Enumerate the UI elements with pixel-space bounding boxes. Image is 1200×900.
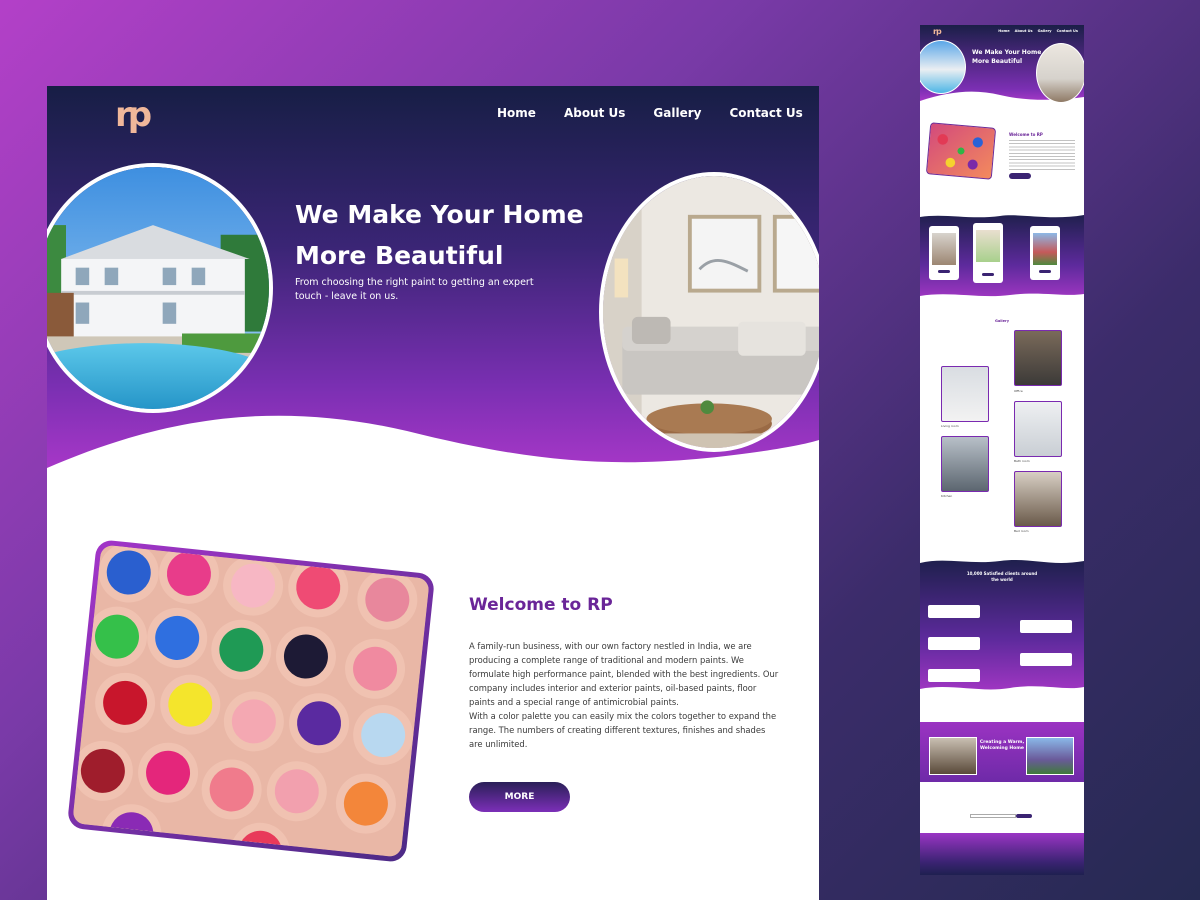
preview-review-3 — [928, 637, 980, 650]
preview-review-5 — [928, 669, 980, 682]
welcome-title: Welcome to RP — [469, 595, 613, 615]
preview-card-interior — [973, 223, 1003, 283]
nav-about-us[interactable]: About Us — [564, 106, 625, 120]
preview-gallery-bed-room — [1014, 471, 1062, 527]
hero-title: We Make Your Home More Beautiful — [295, 194, 625, 276]
brand-logo[interactable]: rp — [115, 95, 152, 135]
desktop-mockup: rp Home About Us Gallery Contact Us We M… — [47, 86, 819, 900]
preview-footer — [920, 833, 1084, 875]
living-room-photo — [599, 172, 819, 452]
nav-contact-us[interactable]: Contact Us — [729, 106, 802, 120]
preview-nav-about: About Us — [1014, 29, 1033, 33]
preview-card-exterior-2 — [1030, 226, 1060, 280]
preview-review-4 — [1020, 653, 1072, 666]
preview-newsletter-input — [970, 814, 1016, 818]
preview-caption-living-room: Living room — [941, 424, 959, 428]
preview-gallery-office — [1014, 330, 1062, 386]
preview-nav-gallery: Gallery — [1037, 29, 1052, 33]
hero-title-line2: More Beautiful — [295, 241, 504, 270]
hero-title-line1: We Make Your Home — [295, 200, 584, 229]
preview-hero-title: We Make Your Home More Beautiful — [972, 49, 1042, 65]
full-page-preview: rp Home About Us Gallery Contact Us We M… — [920, 25, 1084, 875]
preview-welcome-title: Welcome to RP — [1009, 132, 1043, 137]
welcome-text: A family-run business, with our own fact… — [469, 639, 779, 751]
preview-card-exterior — [929, 226, 959, 280]
nav-home[interactable]: Home — [497, 106, 536, 120]
preview-services-band — [920, 211, 1084, 301]
preview-testimonials-title: 10,000 Satisfied clients around the worl… — [966, 571, 1038, 582]
hero-section: rp Home About Us Gallery Contact Us We M… — [47, 86, 819, 486]
preview-caption-office: Office — [1014, 389, 1023, 393]
preview-nav-home: Home — [998, 29, 1010, 33]
preview-gallery-living-room — [941, 366, 989, 422]
preview-house-photo — [920, 40, 966, 94]
preview-paint-photo — [925, 122, 997, 180]
hero-subtitle: From choosing the right paint to getting… — [295, 277, 534, 302]
paint-cans-photo — [66, 539, 436, 863]
preview-newsletter-button — [1016, 814, 1032, 818]
house-photo — [47, 163, 273, 413]
preview-more-button — [1009, 173, 1031, 179]
preview-logo: rp — [933, 27, 942, 36]
preview-room-photo — [1036, 43, 1084, 103]
preview-review-1 — [928, 605, 980, 618]
more-button[interactable]: MORE — [469, 782, 570, 812]
preview-caption-bed-room: Bed room — [1014, 529, 1029, 533]
preview-nav: Home About Us Gallery Contact Us — [998, 29, 1078, 33]
preview-caption-kitchen: Kitchen — [941, 494, 953, 498]
preview-promo-photo-2 — [1026, 737, 1074, 775]
preview-review-2 — [1020, 620, 1072, 633]
preview-gallery-title: Gallery — [995, 319, 1010, 323]
preview-gallery-kitchen — [941, 436, 989, 492]
preview-caption-bath-room: Bath room — [1014, 459, 1030, 463]
welcome-paragraph-2: With a color palette you can easily mix … — [469, 711, 777, 749]
main-nav: Home About Us Gallery Contact Us — [497, 106, 803, 120]
preview-gallery-bath-room — [1014, 401, 1062, 457]
preview-nav-contact: Contact Us — [1056, 29, 1078, 33]
preview-welcome-text — [1009, 140, 1075, 170]
preview-promo-photo-1 — [929, 737, 977, 775]
welcome-paragraph-1: A family-run business, with our own fact… — [469, 641, 779, 707]
nav-gallery[interactable]: Gallery — [653, 106, 701, 120]
preview-hero: rp Home About Us Gallery Contact Us We M… — [920, 25, 1084, 105]
preview-promo-title: Creating a Warm, Welcoming Home — [979, 740, 1025, 751]
